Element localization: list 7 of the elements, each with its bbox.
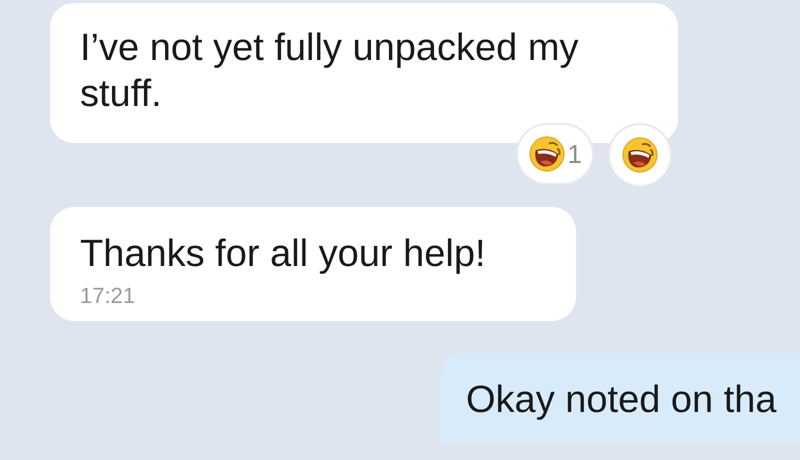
message-text: Okay noted on tha [466, 378, 778, 423]
laughing-face-icon [528, 135, 566, 173]
message-time: 17:21 [80, 283, 136, 309]
message-text: Thanks for all your help! [80, 232, 487, 277]
reaction-chip[interactable]: 1 [516, 123, 594, 185]
message-text: I’ve not yet fully unpacked my stuff. [80, 26, 580, 117]
laughing-face-icon [621, 136, 659, 174]
